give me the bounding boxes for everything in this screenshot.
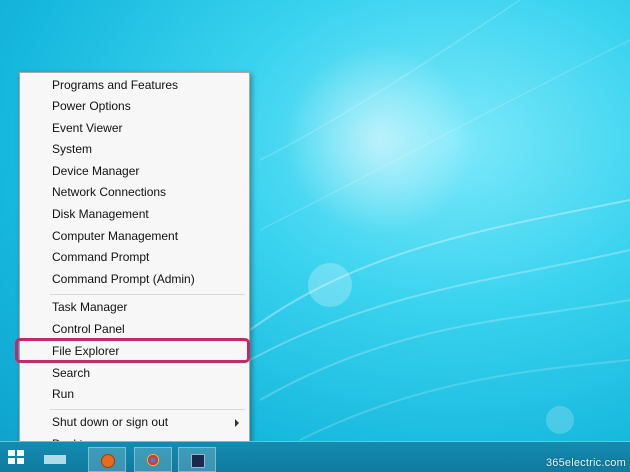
menu-item-file-explorer[interactable]: File Explorer	[20, 341, 249, 362]
menu-item-event-viewer[interactable]: Event Viewer	[20, 118, 249, 139]
menu-item-command-prompt[interactable]: Command Prompt	[20, 247, 249, 268]
menu-separator	[50, 294, 245, 295]
taskbar-button-firefox[interactable]	[88, 447, 126, 472]
menu-item-label: Shut down or sign out	[52, 415, 169, 429]
taskbar-pinned-icon[interactable]	[44, 455, 66, 464]
winx-context-menu: Programs and Features Power Options Even…	[19, 72, 250, 456]
menu-item-shut-down-or-sign-out[interactable]: Shut down or sign out	[20, 412, 249, 433]
menu-separator	[50, 409, 245, 410]
terminal-icon	[191, 454, 205, 468]
menu-item-disk-management[interactable]: Disk Management	[20, 204, 249, 225]
taskbar-button-terminal[interactable]	[178, 447, 216, 472]
chrome-icon	[147, 454, 159, 466]
watermark: 365electric.com	[545, 457, 626, 469]
menu-item-network-connections[interactable]: Network Connections	[20, 182, 249, 203]
menu-item-power-options[interactable]: Power Options	[20, 96, 249, 117]
menu-item-run[interactable]: Run	[20, 384, 249, 405]
taskbar-button-chrome[interactable]	[134, 447, 172, 472]
menu-item-search[interactable]: Search	[20, 363, 249, 384]
submenu-arrow-icon	[235, 419, 239, 427]
menu-item-computer-management[interactable]: Computer Management	[20, 226, 249, 247]
menu-item-system[interactable]: System	[20, 139, 249, 160]
windows-logo-icon[interactable]	[8, 450, 26, 466]
menu-item-task-manager[interactable]: Task Manager	[20, 297, 249, 318]
firefox-icon	[101, 454, 115, 468]
menu-item-command-prompt-admin[interactable]: Command Prompt (Admin)	[20, 269, 249, 290]
menu-item-device-manager[interactable]: Device Manager	[20, 161, 249, 182]
menu-item-programs-and-features[interactable]: Programs and Features	[20, 75, 249, 96]
menu-item-control-panel[interactable]: Control Panel	[20, 319, 249, 340]
